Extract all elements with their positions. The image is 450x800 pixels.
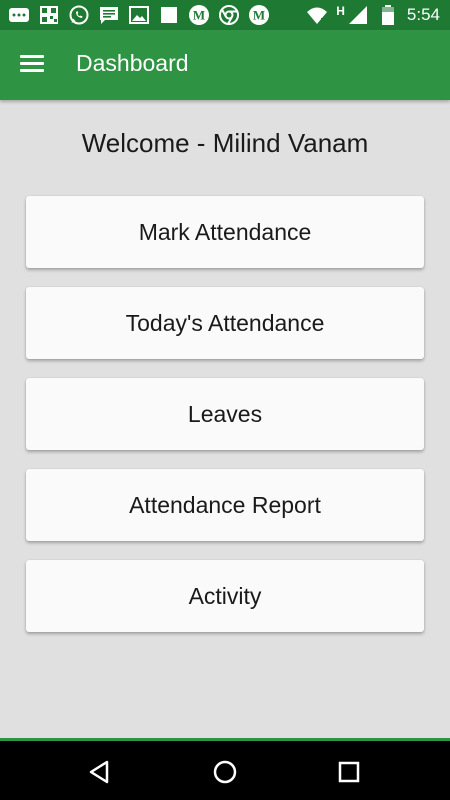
mark-attendance-button[interactable]: Mark Attendance xyxy=(26,196,424,268)
wifi-icon xyxy=(306,4,328,26)
network-type: H xyxy=(336,4,345,18)
square-icon xyxy=(158,4,180,26)
page-title: Dashboard xyxy=(76,50,189,76)
signal-icon xyxy=(347,4,369,26)
navigation-bar xyxy=(0,738,450,800)
recents-icon[interactable] xyxy=(334,757,364,787)
image-icon xyxy=(128,4,150,26)
leaves-button[interactable]: Leaves xyxy=(26,378,424,450)
hamburger-menu-icon[interactable] xyxy=(20,52,48,78)
chat-icon xyxy=(98,4,120,26)
clock: 5:54 xyxy=(406,5,440,24)
whatsapp-icon xyxy=(68,4,90,26)
gmail-icon: M xyxy=(248,4,270,26)
todays-attendance-button[interactable]: Today's Attendance xyxy=(26,287,424,359)
app-bar: Dashboard xyxy=(0,30,450,100)
home-icon[interactable] xyxy=(210,757,240,787)
notification-icons: M M xyxy=(8,4,270,26)
svg-text:M: M xyxy=(193,8,205,23)
gmail-icon: M xyxy=(188,4,210,26)
chrome-icon xyxy=(218,4,240,26)
activity-button[interactable]: Activity xyxy=(26,560,424,632)
back-icon[interactable] xyxy=(85,757,115,787)
qr-icon xyxy=(38,4,60,26)
dashboard-menu: Mark Attendance Today's Attendance Leave… xyxy=(26,196,424,651)
status-bar: M M H 5:54 xyxy=(0,0,450,30)
battery-icon xyxy=(377,4,399,26)
message-icon xyxy=(8,4,30,26)
system-icons: H 5:54 xyxy=(306,4,440,26)
attendance-report-button[interactable]: Attendance Report xyxy=(26,469,424,541)
welcome-text: Welcome - Milind Vanam xyxy=(81,128,369,158)
svg-text:M: M xyxy=(253,8,265,23)
